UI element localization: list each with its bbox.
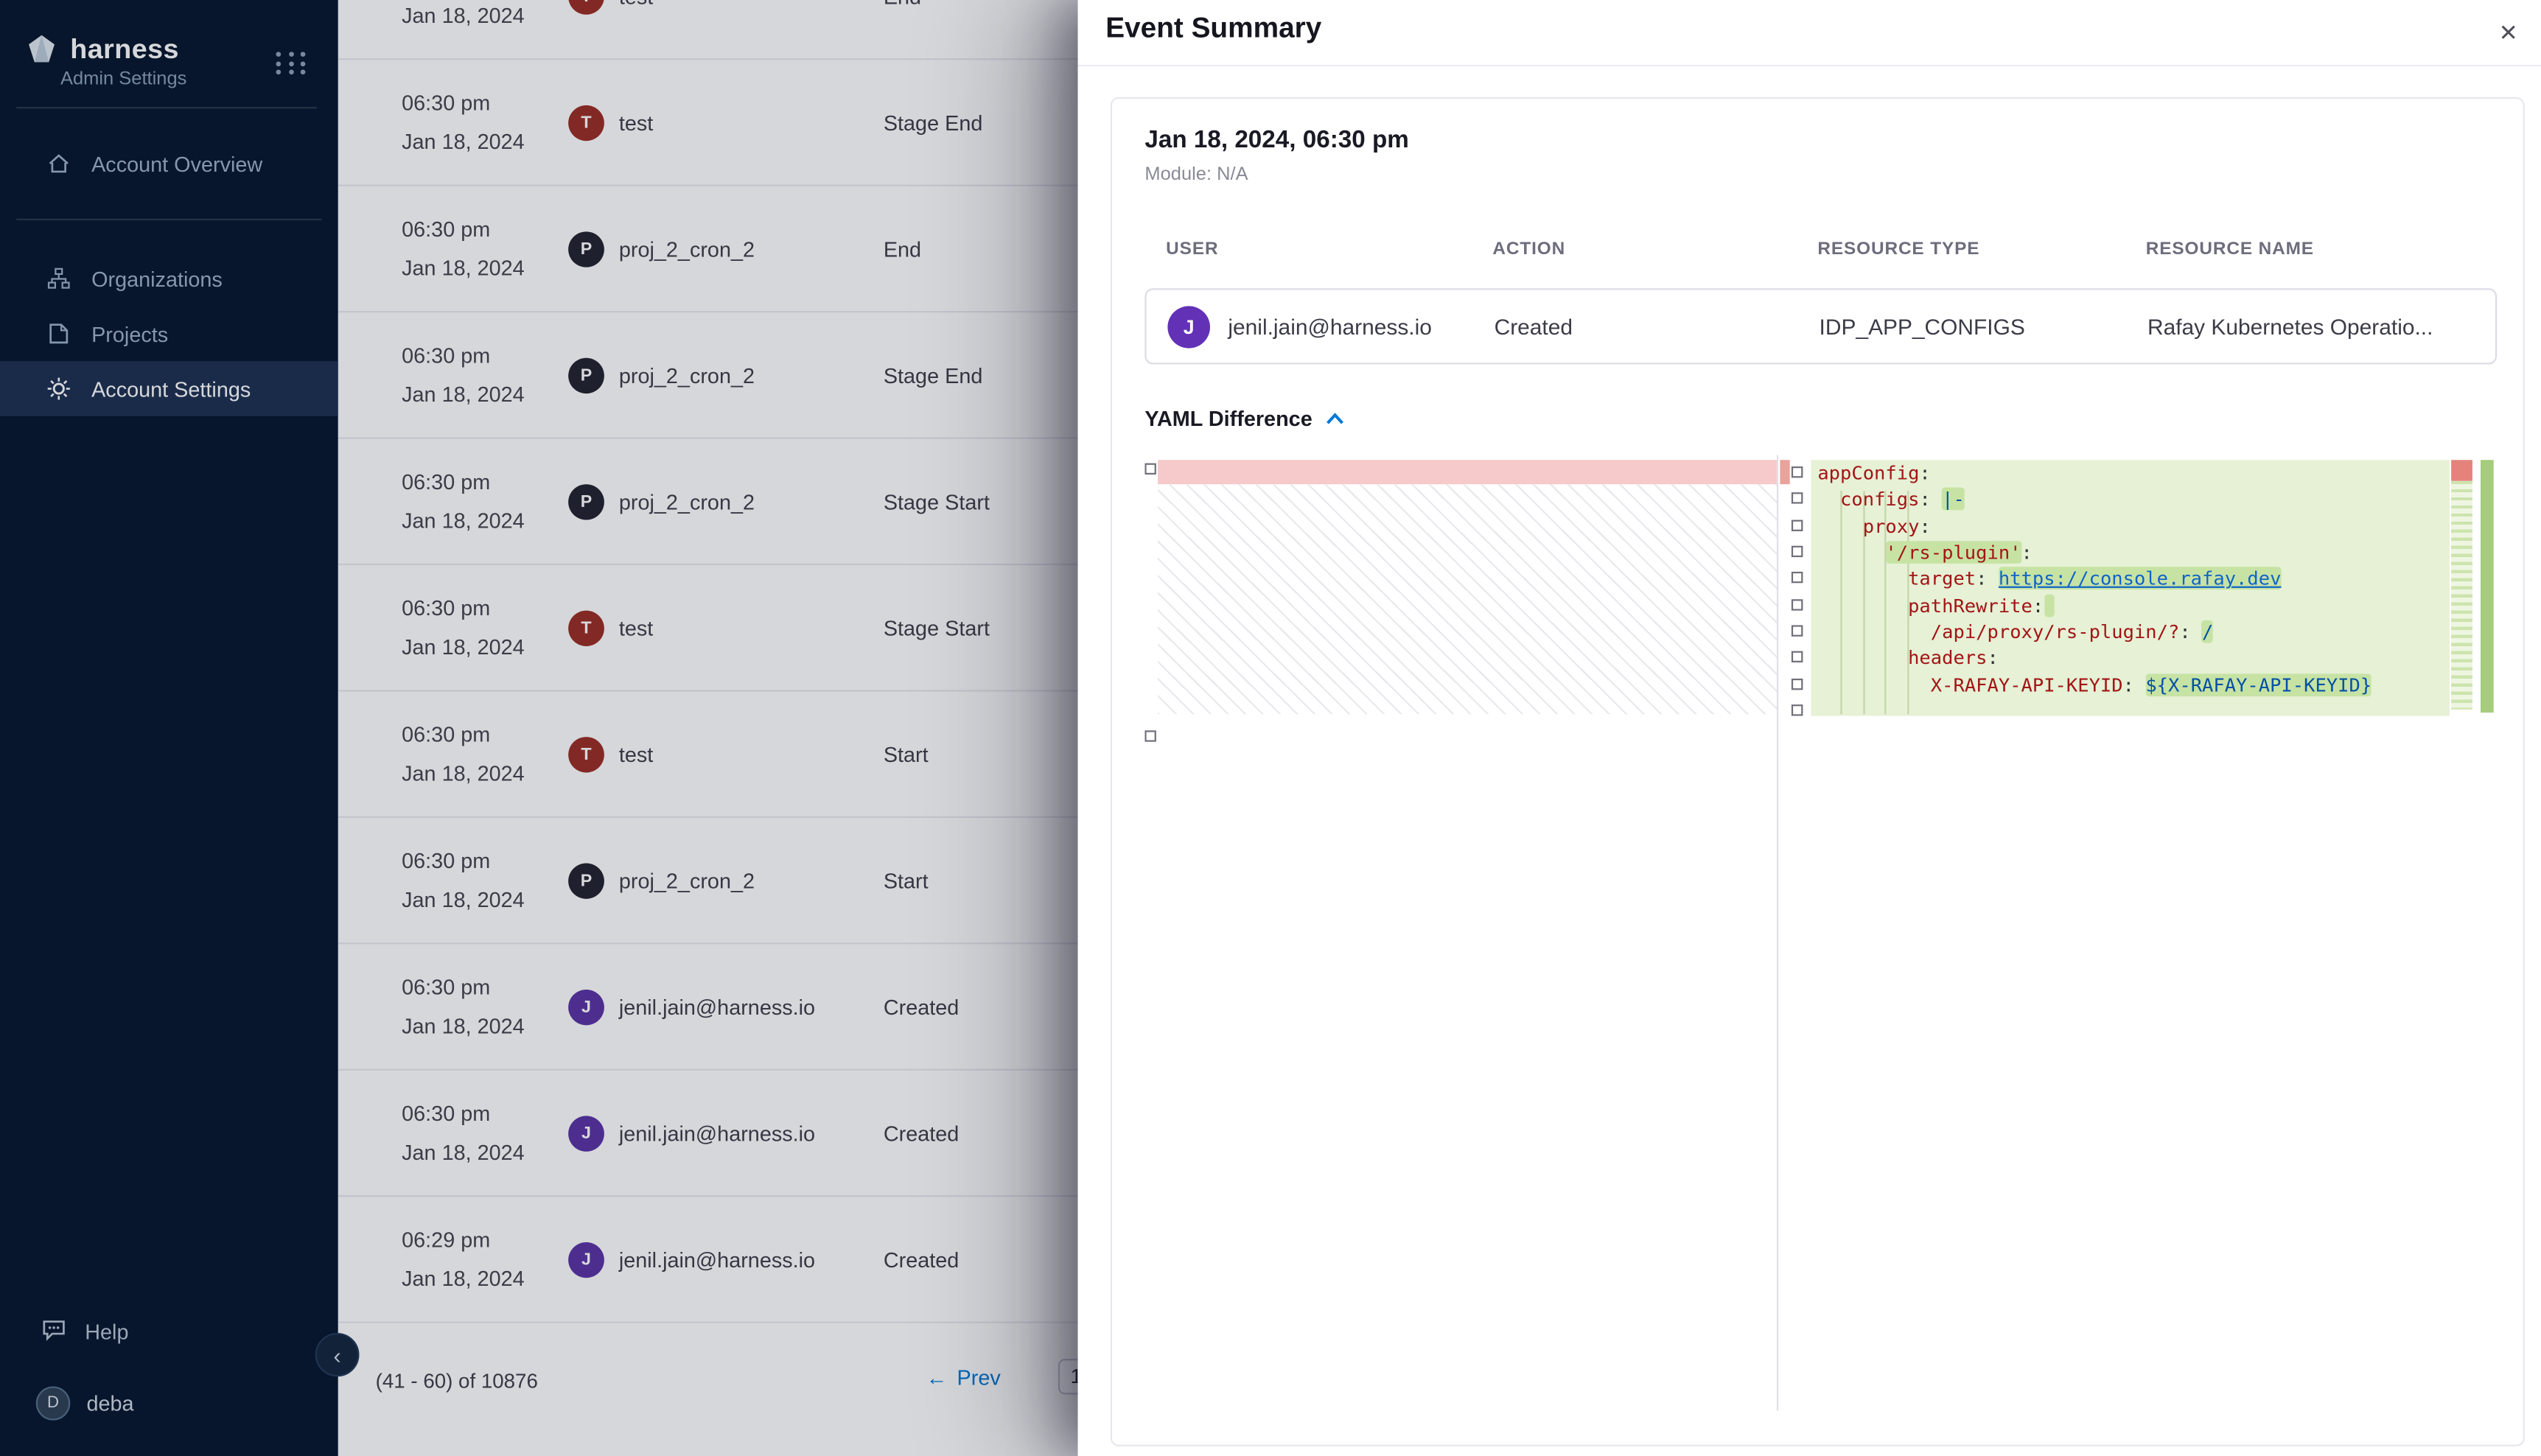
diff-block-marker[interactable] — [1792, 466, 1803, 477]
event-datetime: Jan 18, 2024, 06:30 pm — [1144, 126, 1408, 153]
yaml-difference-toggle[interactable]: YAML Difference — [1144, 407, 1345, 431]
event-summary-drawer: Event Summary ✕ Jan 18, 2024, 06:30 pm M… — [1078, 0, 2541, 1456]
yaml-difference-label: YAML Difference — [1144, 407, 1312, 431]
close-icon: ✕ — [2499, 18, 2518, 46]
column-header-user: USER — [1166, 239, 1218, 259]
yaml-added-line: configs: |- — [1817, 486, 2372, 513]
event-detail-row[interactable]: J jenil.jain@harness.io Created IDP_APP_… — [1144, 288, 2497, 364]
yaml-added-line: /api/proxy/rs-plugin/?: / — [1817, 619, 2372, 645]
column-header-action: ACTION — [1492, 239, 1565, 259]
chevron-up-icon — [1324, 411, 1345, 426]
editor-minimap[interactable] — [2450, 455, 2475, 1411]
minimap-added-mark — [2451, 481, 2472, 710]
event-resource-type: IDP_APP_CONFIGS — [1820, 314, 2025, 338]
diff-block-marker[interactable] — [1792, 573, 1803, 584]
event-action: Created — [1495, 314, 1573, 338]
diff-added-code[interactable]: appConfig: configs: |- proxy: '/rs-plugi… — [1817, 460, 2372, 698]
drawer-header: Event Summary ✕ — [1078, 0, 2541, 66]
diff-block-marker[interactable] — [1792, 599, 1803, 610]
diff-block-marker[interactable] — [1792, 493, 1803, 504]
overview-ruler[interactable] — [2478, 455, 2498, 1411]
ruler-added-mark — [2481, 460, 2494, 713]
diff-removed-line — [1158, 460, 1777, 484]
diff-block-marker[interactable] — [1792, 704, 1803, 715]
diff-block-marker[interactable] — [1792, 652, 1803, 663]
yaml-added-line: pathRewrite: — [1817, 592, 2372, 619]
event-module: Module: N/A — [1144, 165, 1248, 184]
yaml-added-line: appConfig: — [1817, 460, 2372, 486]
diff-deletion-indicator — [1780, 460, 1789, 484]
yaml-added-line: X-RAFAY-API-KEYID: ${X-RAFAY-API-KEYID} — [1817, 672, 2372, 699]
minimap-removed-mark — [2451, 460, 2472, 481]
diff-block-marker[interactable] — [1792, 679, 1803, 690]
diff-gutter-right — [1792, 455, 1808, 1411]
diff-block-marker[interactable] — [1144, 730, 1156, 741]
yaml-added-line: '/rs-plugin': — [1817, 539, 2372, 566]
close-button[interactable]: ✕ — [2489, 13, 2528, 52]
column-header-resource-name: RESOURCE NAME — [2146, 239, 2314, 259]
event-user: jenil.jain@harness.io — [1228, 314, 1432, 338]
diff-block-marker[interactable] — [1792, 626, 1803, 637]
app-root: harness Admin Settings Account Overview … — [0, 0, 2541, 1456]
column-header-resource-type: RESOURCE TYPE — [1817, 239, 1979, 259]
diff-empty-placeholder — [1158, 484, 1777, 714]
yaml-diff-editor[interactable]: appConfig: configs: |- proxy: '/rs-plugi… — [1144, 455, 2497, 1411]
diff-block-marker[interactable] — [1144, 463, 1156, 475]
diff-split-divider[interactable] — [1777, 455, 1778, 1411]
yaml-added-line: headers: — [1817, 645, 2372, 672]
diff-block-marker[interactable] — [1792, 519, 1803, 531]
diff-block-marker[interactable] — [1792, 546, 1803, 557]
event-user-avatar: J — [1167, 306, 1210, 348]
event-card: Jan 18, 2024, 06:30 pm Module: N/A USER … — [1111, 97, 2525, 1446]
event-resource-name: Rafay Kubernetes Operatio... — [2147, 314, 2433, 338]
diff-original-pane[interactable] — [1144, 455, 1777, 1411]
drawer-title: Event Summary — [1105, 11, 1321, 45]
yaml-added-line: target: https://console.rafay.dev — [1817, 566, 2372, 592]
yaml-added-line: proxy: — [1817, 513, 2372, 539]
